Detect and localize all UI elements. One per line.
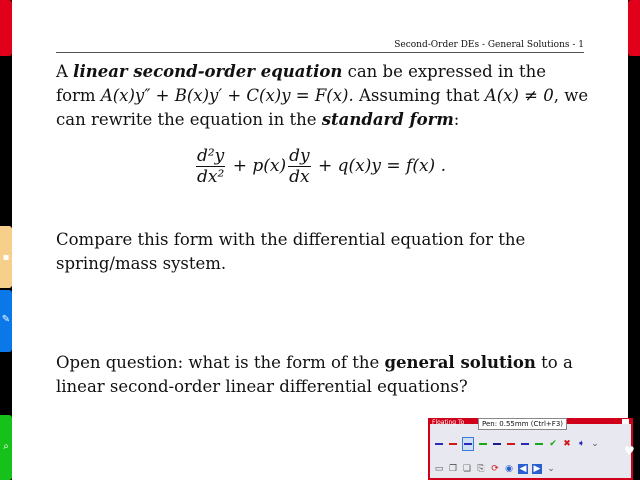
fraction-dy-dx: dy dx <box>288 146 311 187</box>
pen-button[interactable] <box>492 438 502 450</box>
toolbar-title: Floating To <box>432 419 465 426</box>
paste-icon[interactable]: ❏ <box>462 464 472 474</box>
left-tab-red[interactable] <box>0 0 12 56</box>
para1-text-a: A <box>56 62 74 81</box>
pen-swatch <box>521 443 529 445</box>
pen-tooltip: Pen: 0.55mm (Ctrl+F3) <box>478 418 568 430</box>
pen-swatch <box>493 443 501 445</box>
frac2-denominator: dx <box>289 167 310 187</box>
pen-swatch <box>507 443 515 445</box>
arrow-icon[interactable]: ➧ <box>576 439 586 449</box>
tool-row: ▭ ❐ ❏ ⎘ ⟳ ◉ ◀ ▶ ⌄ <box>434 462 556 476</box>
pen-button[interactable] <box>520 438 530 450</box>
prev-page-icon[interactable]: ◀ <box>518 464 528 474</box>
pen-swatch <box>435 443 443 445</box>
folder-icon: ▪ <box>2 252 10 263</box>
pen-swatch <box>479 443 487 445</box>
intro-paragraph: A linear second-order equation can be ex… <box>56 60 590 132</box>
zoom-icon: ⌕ <box>3 441 9 452</box>
floating-toolbar[interactable]: Floating To Pen: 0.55mm (Ctrl+F3) ✔ ✖ ➧ … <box>428 418 633 480</box>
pen-swatch <box>464 443 472 445</box>
next-page-icon[interactable]: ▶ <box>532 464 542 474</box>
pen-button[interactable] <box>478 438 488 450</box>
chevron-down-icon[interactable]: ⌄ <box>590 439 600 449</box>
header-rule <box>56 52 584 53</box>
compare-paragraph: Compare this form with the differential … <box>56 230 526 273</box>
term-standard-form: standard form <box>321 110 454 129</box>
standard-form-equation: d²y dx² + p(x) dy dx + q(x)y = f(x) . <box>12 146 628 187</box>
camera-icon[interactable]: ◉ <box>504 464 514 474</box>
export-icon[interactable]: ⎘ <box>476 464 486 474</box>
term-linear-second-order: linear second-order equation <box>73 62 343 81</box>
heart-icon: ♥ <box>624 444 635 458</box>
left-tab-pen[interactable]: ✎ <box>0 290 12 352</box>
frac1-numerator: d²y <box>195 146 226 167</box>
equation-tail: + q(x)y = f(x) . <box>312 156 446 176</box>
pen-button[interactable] <box>434 438 444 450</box>
pen-button[interactable] <box>506 438 516 450</box>
pen-icon: ✎ <box>1 314 11 325</box>
pen-button[interactable] <box>534 438 544 450</box>
fraction-d2y-dx2: d²y dx² <box>195 146 226 187</box>
para3-text-a: Open question: what is the form of the <box>56 353 385 372</box>
save-icon[interactable]: ▭ <box>434 464 444 474</box>
frac2-numerator: dy <box>288 146 311 167</box>
para1-text-c: Assuming that <box>353 86 485 105</box>
chevron-down-icon[interactable]: ⌄ <box>546 464 556 474</box>
cross-icon[interactable]: ✖ <box>562 439 572 449</box>
condition: A(x) ≠ 0 <box>484 86 554 105</box>
slide-header: Second-Order DEs - General Solutions - 1 <box>394 40 584 50</box>
left-tab-zoom[interactable]: ⌕ <box>0 415 12 480</box>
pen-row: ✔ ✖ ➧ ⌄ <box>434 437 600 451</box>
pen-swatch <box>449 443 457 445</box>
term-general-solution: general solution <box>384 353 536 372</box>
lasso-icon[interactable]: ⟳ <box>490 464 500 474</box>
pen-button-selected[interactable] <box>462 437 474 451</box>
left-tab-folder[interactable]: ▪ <box>0 226 12 288</box>
equation-p-term: + p(x) <box>227 156 287 176</box>
pen-swatch <box>535 443 543 445</box>
para1-text-e: : <box>453 110 460 129</box>
open-question-paragraph: Open question: what is the form of the g… <box>56 351 590 399</box>
frac1-denominator: dx² <box>196 167 225 187</box>
close-icon[interactable] <box>622 419 629 424</box>
right-tab-red[interactable] <box>628 0 640 56</box>
inline-equation: A(x)y″ + B(x)y′ + C(x)y = F(x). <box>100 86 354 105</box>
copy-icon[interactable]: ❐ <box>448 464 458 474</box>
slide: Second-Order DEs - General Solutions - 1… <box>12 0 628 480</box>
pen-button[interactable] <box>448 438 458 450</box>
checkmark-icon[interactable]: ✔ <box>548 439 558 449</box>
